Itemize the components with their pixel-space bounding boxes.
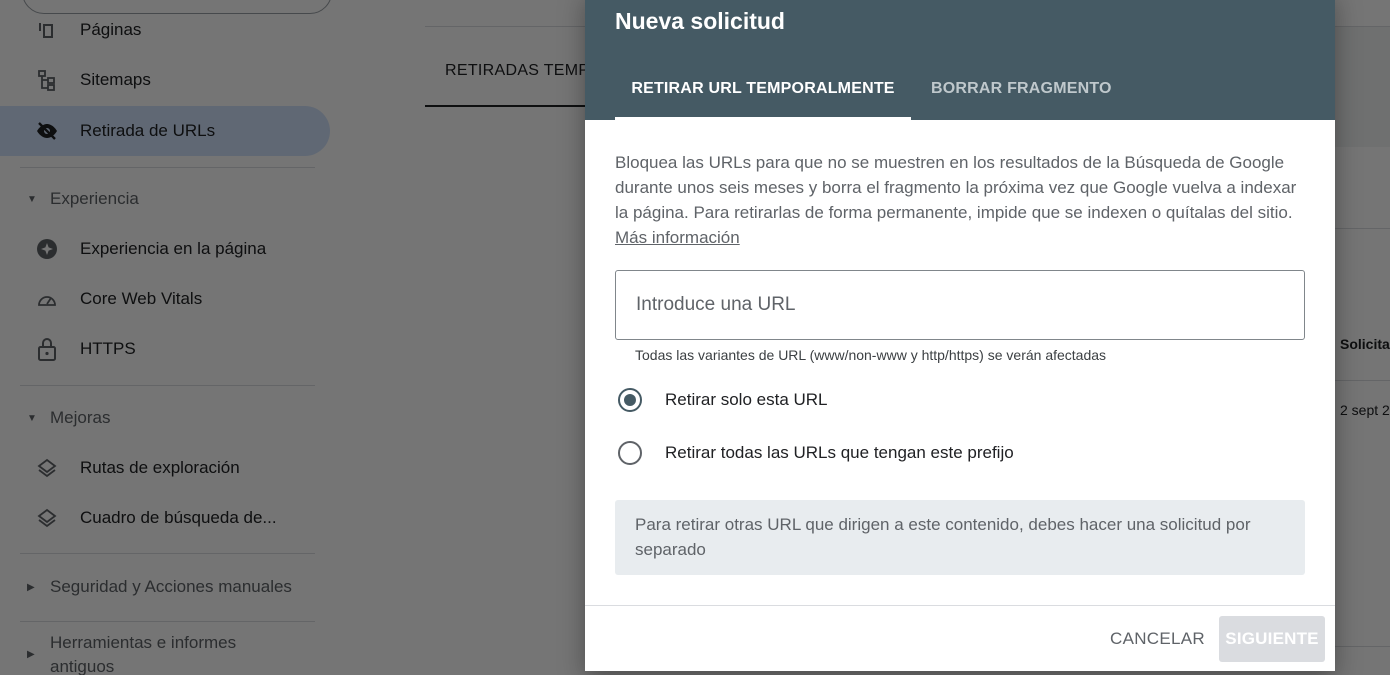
tab-remove-url-temporarily[interactable]: RETIRAR URL TEMPORALMENTE (615, 80, 911, 120)
radio-option-prefix[interactable]: Retirar todas las URLs que tengan este p… (615, 441, 1014, 465)
new-request-dialog: Nueva solicitud RETIRAR URL TEMPORALMENT… (585, 0, 1335, 671)
tab-indicator (615, 117, 911, 120)
next-button[interactable]: SIGUIENTE (1219, 616, 1325, 662)
divider (585, 605, 1335, 606)
dialog-description: Bloquea las URLs para que no se muestren… (615, 150, 1305, 250)
dialog-title: Nueva solicitud (615, 8, 785, 34)
url-input[interactable] (615, 270, 1305, 340)
tab-clear-cached-url[interactable]: BORRAR FRAGMENTO (931, 80, 1112, 120)
radio-button[interactable] (618, 441, 642, 465)
radio-label: Retirar solo esta URL (665, 390, 828, 409)
cancel-button[interactable]: CANCELAR (1095, 616, 1220, 662)
description-text: Bloquea las URLs para que no se muestren… (615, 153, 1297, 222)
info-box: Para retirar otras URL que dirigen a est… (615, 500, 1305, 575)
dialog-header: Nueva solicitud RETIRAR URL TEMPORALMENT… (585, 0, 1335, 120)
more-info-link[interactable]: Más información (615, 228, 740, 247)
radio-option-this-url[interactable]: Retirar solo esta URL (615, 388, 828, 412)
url-helper-text: Todas las variantes de URL (www/non-www … (635, 347, 1107, 363)
radio-button-checked[interactable] (618, 388, 642, 412)
radio-label: Retirar todas las URLs que tengan este p… (665, 443, 1014, 462)
